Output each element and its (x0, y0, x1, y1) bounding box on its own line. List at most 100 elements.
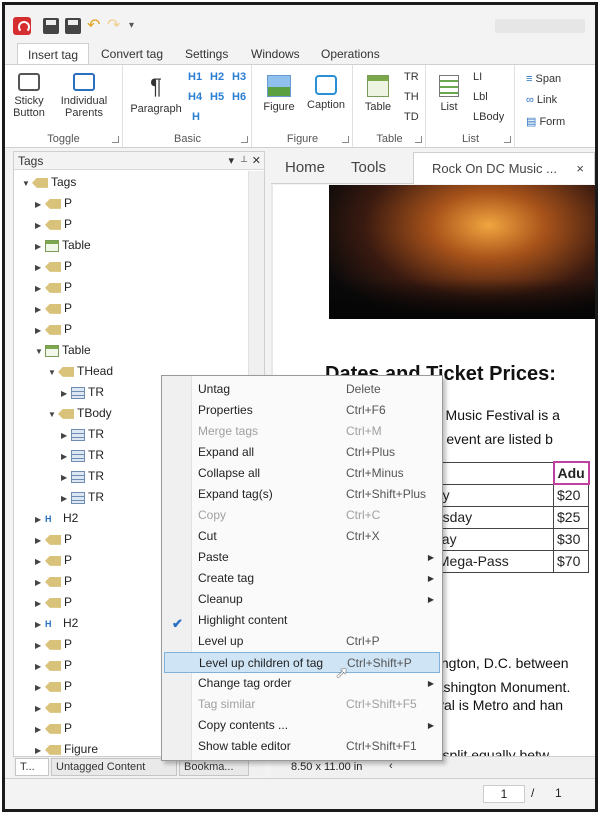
group-launcher-icon[interactable] (504, 136, 511, 143)
group-launcher-icon[interactable] (241, 136, 248, 143)
link-button[interactable]: ∞ Link (526, 94, 557, 106)
th-button[interactable]: TH (404, 91, 419, 103)
save-as-icon[interactable] (65, 18, 81, 34)
tab-insert-tag[interactable]: Insert tag (17, 43, 90, 65)
close-tab-icon[interactable]: × (576, 153, 584, 185)
menu-item[interactable]: Level up children of tag Ctrl+Shift+P (164, 652, 440, 673)
menu-item[interactable]: Cut Ctrl+X (164, 526, 440, 547)
panel-dropdown-icon[interactable]: ▾ (228, 154, 234, 167)
h3-button[interactable]: H3 (232, 71, 246, 83)
menu-item[interactable]: Change tag order ▶ (164, 673, 440, 694)
close-icon[interactable]: ✕ (252, 154, 261, 167)
expand-arrow-icon[interactable]: ▶ (61, 425, 71, 446)
tree-node[interactable]: ▶ P (35, 697, 72, 718)
h-button[interactable]: H (192, 111, 200, 123)
collapse-arrow-icon[interactable]: ▼ (22, 173, 32, 194)
expand-arrow-icon[interactable]: ▶ (35, 278, 45, 299)
tree-node[interactable]: ▶ TR (61, 466, 104, 487)
list-button[interactable]: List (431, 75, 467, 113)
menu-item[interactable]: Untag Delete (164, 379, 440, 400)
tab-document[interactable]: Rock On DC Music ... × (413, 152, 595, 184)
tree-node[interactable]: ▶ P (35, 319, 72, 340)
menu-item[interactable]: Expand all Ctrl+Plus (164, 442, 440, 463)
expand-arrow-icon[interactable]: ▶ (35, 509, 45, 530)
expand-arrow-icon[interactable]: ▶ (35, 320, 45, 341)
group-launcher-icon[interactable] (415, 136, 422, 143)
expand-arrow-icon[interactable]: ▶ (35, 236, 45, 257)
menu-item[interactable]: Cleanup ▶ (164, 589, 440, 610)
tree-node[interactable]: ▶ P (35, 193, 72, 214)
tree-node[interactable]: ▼ THead (48, 361, 113, 382)
redo-icon[interactable]: ↷ (107, 18, 123, 34)
collapse-arrow-icon[interactable]: ▼ (35, 341, 45, 362)
collapse-arrow-icon[interactable]: ▼ (48, 362, 58, 383)
tab-settings[interactable]: Settings (175, 43, 238, 65)
tree-node[interactable]: ▶ P (35, 214, 72, 235)
expand-arrow-icon[interactable]: ▶ (35, 593, 45, 614)
tree-node[interactable]: ▶ P (35, 298, 72, 319)
span-button[interactable]: ≡ Span (526, 73, 561, 85)
expand-arrow-icon[interactable]: ▶ (61, 446, 71, 467)
tab-tools[interactable]: Tools (351, 152, 386, 184)
menu-item[interactable]: Tag similar Ctrl+Shift+F5 (164, 694, 440, 715)
tab-convert-tag[interactable]: Convert tag (91, 43, 173, 65)
tab-home[interactable]: Home (285, 152, 325, 184)
expand-arrow-icon[interactable]: ▶ (35, 635, 45, 656)
menu-item[interactable]: Show table editor Ctrl+Shift+F1 (164, 736, 440, 757)
undo-icon[interactable]: ↶ (87, 18, 103, 34)
tab-tags[interactable]: T... (15, 758, 49, 776)
tree-node[interactable]: ▶ P (35, 550, 72, 571)
figure-button[interactable]: Figure (257, 75, 301, 113)
expand-arrow-icon[interactable]: ▶ (35, 551, 45, 572)
tab-untagged-content[interactable]: Untagged Content (51, 758, 177, 776)
tree-node[interactable]: ▶ TR (61, 445, 104, 466)
lbody-button[interactable]: LBody (473, 111, 504, 123)
expand-arrow-icon[interactable]: ▶ (35, 677, 45, 698)
expand-arrow-icon[interactable]: ▶ (61, 488, 71, 509)
paragraph-button[interactable]: ¶ Paragraph (128, 75, 184, 116)
menu-item[interactable]: Merge tags Ctrl+M (164, 421, 440, 442)
lbl-button[interactable]: Lbl (473, 91, 488, 103)
menu-item[interactable]: Paste ▶ (164, 547, 440, 568)
h2-button[interactable]: H2 (210, 71, 224, 83)
tree-node[interactable]: ▼ Table (35, 340, 91, 361)
li-button[interactable]: LI (473, 71, 482, 83)
tree-node[interactable]: ▶ P (35, 592, 72, 613)
tab-windows[interactable]: Windows (241, 43, 310, 65)
h5-button[interactable]: H5 (210, 91, 224, 103)
h1-button[interactable]: H1 (188, 71, 202, 83)
expand-arrow-icon[interactable]: ▶ (61, 383, 71, 404)
individual-parents-button[interactable]: Individual Parents (53, 73, 115, 119)
tree-node[interactable]: ▶ H H2 (35, 508, 78, 529)
menu-item[interactable]: Copy contents ... ▶ (164, 715, 440, 736)
tab-operations[interactable]: Operations (311, 43, 390, 65)
tree-node[interactable]: ▶ H H2 (35, 613, 78, 634)
sticky-button[interactable]: Sticky Button (9, 73, 49, 119)
menu-item[interactable]: Create tag ▶ (164, 568, 440, 589)
tree-node[interactable]: ▶ P (35, 529, 72, 550)
h4-button[interactable]: H4 (188, 91, 202, 103)
menu-item[interactable]: Properties Ctrl+F6 (164, 400, 440, 421)
pin-icon[interactable]: ⊥ (240, 154, 248, 165)
group-launcher-icon[interactable] (342, 136, 349, 143)
tree-node[interactable]: ▶ TR (61, 424, 104, 445)
expand-arrow-icon[interactable]: ▶ (35, 194, 45, 215)
tree-node[interactable]: ▶ P (35, 718, 72, 739)
page-number-input[interactable]: 1 (483, 785, 525, 803)
expand-arrow-icon[interactable]: ▶ (35, 719, 45, 740)
tree-node[interactable]: ▶ P (35, 655, 72, 676)
tree-node[interactable]: ▼ Tags (22, 172, 76, 193)
expand-arrow-icon[interactable]: ▶ (35, 530, 45, 551)
scroll-left-icon[interactable]: ‹ (389, 760, 393, 772)
app-logo-icon[interactable] (13, 17, 31, 35)
caption-button[interactable]: Caption (303, 75, 349, 111)
expand-arrow-icon[interactable]: ▶ (35, 656, 45, 677)
expand-arrow-icon[interactable]: ▶ (35, 572, 45, 593)
tree-node[interactable]: ▼ TBody (48, 403, 112, 424)
tree-node[interactable]: ▶ P (35, 256, 72, 277)
menu-item[interactable]: Level up Ctrl+P (164, 631, 440, 652)
tree-node[interactable]: ▶ TR (61, 382, 104, 403)
expand-arrow-icon[interactable]: ▶ (35, 614, 45, 635)
tree-node[interactable]: ▶ P (35, 277, 72, 298)
menu-item[interactable]: ✔ Highlight content (164, 610, 440, 631)
